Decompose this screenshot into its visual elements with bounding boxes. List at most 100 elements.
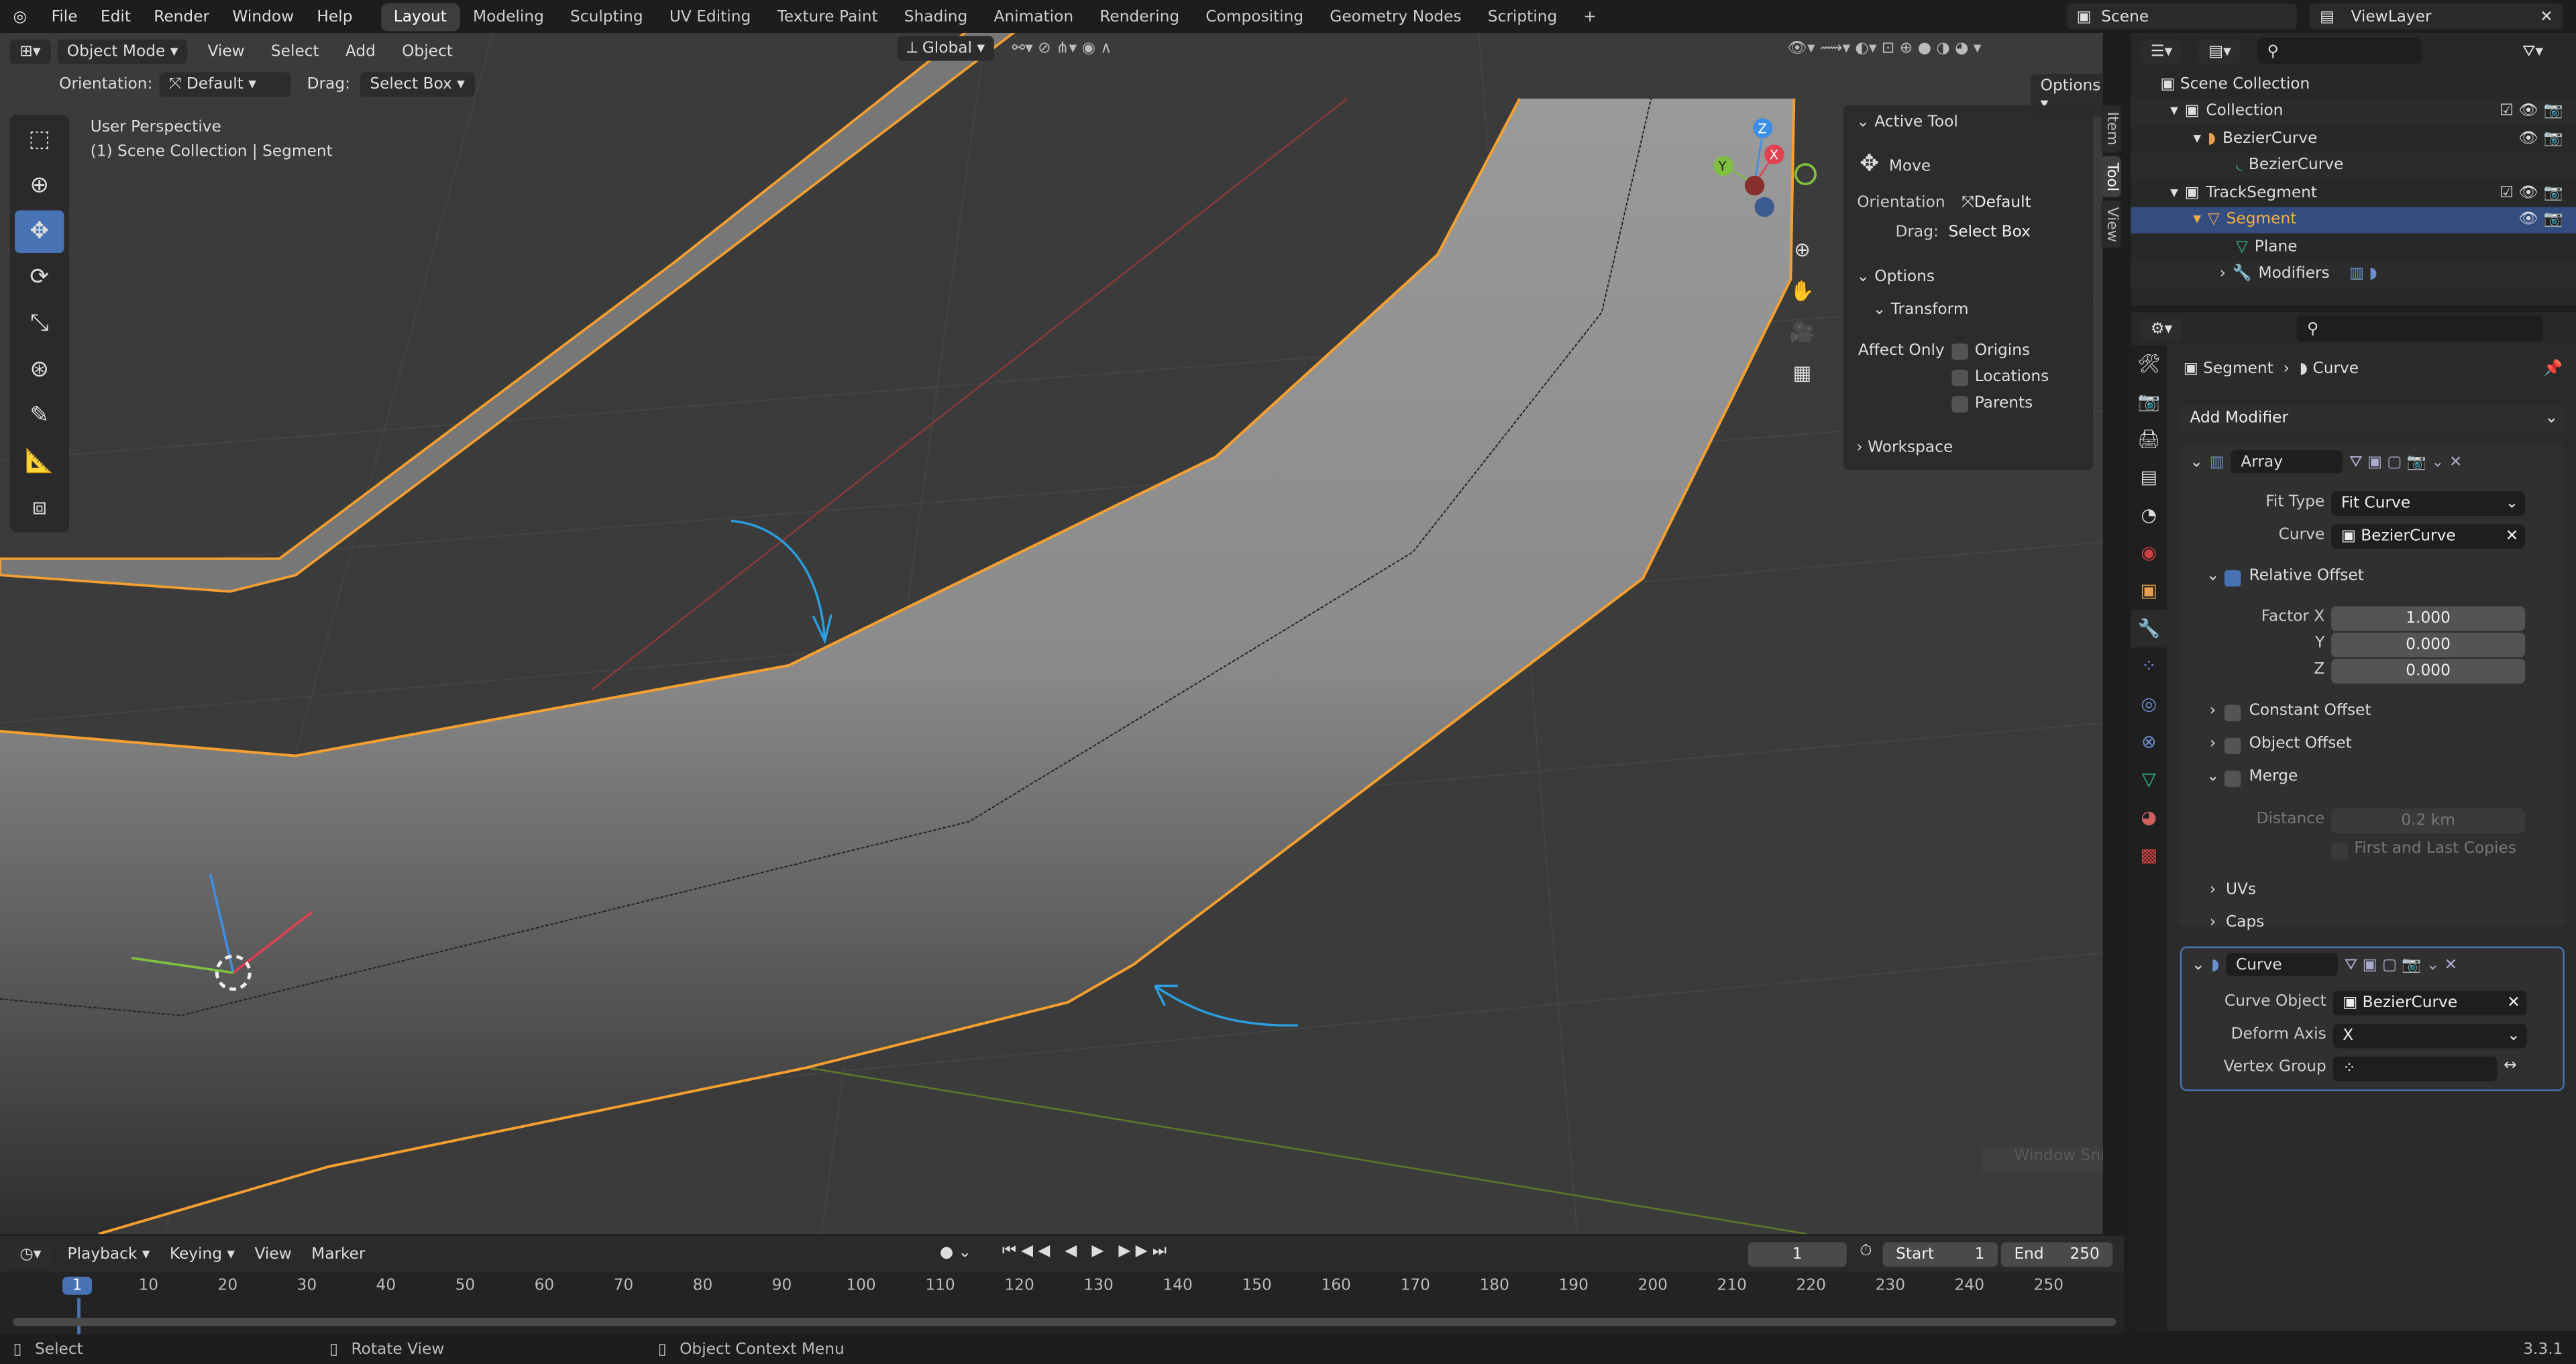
outliner-search-input[interactable]: ⚲ xyxy=(2257,38,2422,64)
grid-icon[interactable]: ▦ xyxy=(1788,354,1817,395)
tab-uv-editing[interactable]: UV Editing xyxy=(656,3,764,31)
modifier-name-input[interactable]: Curve xyxy=(2226,953,2338,976)
timeline-track[interactable]: 1 10 20 30 40 50 60 70 80 90 100 110 120 130 140 150 160… xyxy=(0,1271,2125,1334)
transform-tool-icon[interactable]: ⊛ xyxy=(15,348,64,391)
overlay-shading-icons[interactable]: 👁▾ ⟿▾ ◐▾ ⊡ ⊕ ● ◑ ◕ ▾ xyxy=(1788,40,1982,58)
workspace-header[interactable]: › Workspace xyxy=(1856,439,1953,457)
filter-icon[interactable]: ⛛▾ xyxy=(2522,42,2543,60)
view-layer-tab-icon[interactable]: ▤ xyxy=(2131,458,2167,496)
transform-header[interactable]: ⌄ Transform xyxy=(1873,301,1969,319)
locations-checkbox[interactable] xyxy=(1951,370,1968,386)
move-tool-icon[interactable]: ✥ xyxy=(15,210,64,254)
display-mode-icon[interactable]: ☰▾ xyxy=(2141,38,2182,64)
menu-render[interactable]: Render xyxy=(142,7,221,25)
merge-checkbox[interactable] xyxy=(2224,770,2241,788)
close-icon[interactable]: ✕ xyxy=(2540,7,2553,25)
fit-type-dropdown[interactable]: Fit Curve ⌄ xyxy=(2331,491,2526,516)
outliner-item-beziercurve-object[interactable]: ▾ ◗ BezierCurve 👁 📷 xyxy=(2131,125,2576,152)
properties-search-input[interactable]: ⚲ xyxy=(2297,315,2544,342)
collapse-icon[interactable]: ⌄ xyxy=(2192,955,2205,974)
collapse-icon[interactable]: ⌄ xyxy=(2190,453,2204,471)
texture-tab-icon[interactable]: ▩ xyxy=(2131,837,2167,874)
outliner-item-modifiers[interactable]: › 🔧 Modifiers ▥ ◗ xyxy=(2131,260,2576,288)
modifier-name-input[interactable]: Array xyxy=(2231,450,2343,474)
caps-subpanel[interactable]: › Caps xyxy=(2210,914,2265,932)
editor-type-icon[interactable]: ⚙▾ xyxy=(2141,316,2182,342)
stopwatch-icon[interactable]: ⏱ xyxy=(1860,1242,1872,1260)
editor-type-icon[interactable]: ⊞▾ xyxy=(9,38,51,64)
tab-modeling[interactable]: Modeling xyxy=(460,3,557,31)
tab-texture-paint[interactable]: Texture Paint xyxy=(764,3,891,31)
parents-checkbox[interactable] xyxy=(1951,396,1968,413)
modifier-visibility-icons[interactable]: ⛛ ▣ ▢ 📷 ⌄ ✕ xyxy=(2349,453,2462,471)
blender-logo-icon[interactable]: ◎ xyxy=(13,7,27,25)
scale-tool-icon[interactable]: ⤡ xyxy=(15,303,64,346)
output-tab-icon[interactable]: 🖨 xyxy=(2131,421,2167,458)
expand-icon[interactable]: › xyxy=(2210,735,2216,753)
tab-geometry-nodes[interactable]: Geometry Nodes xyxy=(1317,3,1474,31)
record-icon[interactable]: ● ⌄ xyxy=(940,1244,971,1262)
menu-playback[interactable]: Playback ▾ xyxy=(58,1245,160,1263)
gizmo-y-label[interactable]: Y xyxy=(1719,160,1727,174)
camera-icon[interactable]: 🎥 xyxy=(1788,312,1817,353)
outliner-item-tracksegment[interactable]: ▾ ▣ TrackSegment ☑ 👁 📷 xyxy=(2131,179,2576,206)
tab-view[interactable]: View xyxy=(2101,200,2121,249)
tab-scripting[interactable]: Scripting xyxy=(1474,3,1570,31)
options-header[interactable]: ⌄ Options xyxy=(1856,268,1935,286)
hand-pan-icon[interactable]: ✋ xyxy=(1788,271,1817,312)
current-frame-input[interactable]: 1 xyxy=(1748,1242,1847,1267)
orientation-dropdown[interactable]: ⤧ Default xyxy=(1951,191,2080,215)
vertex-group-field[interactable]: ⁘ xyxy=(2332,1056,2498,1082)
menu-help[interactable]: Help xyxy=(305,7,364,25)
expand-icon[interactable]: › xyxy=(2210,702,2216,720)
scene-selector[interactable]: ▣ Scene xyxy=(2066,3,2297,30)
add-cube-tool-icon[interactable]: ⧈ xyxy=(15,486,64,529)
pin-icon[interactable]: 📌 xyxy=(2543,360,2563,378)
tab-compositing[interactable]: Compositing xyxy=(1193,3,1317,31)
material-tab-icon[interactable]: ◕ xyxy=(2131,798,2167,836)
physics-tab-icon[interactable]: ◎ xyxy=(2131,685,2167,723)
mode-dropdown[interactable]: Object Mode ▾ xyxy=(57,38,189,64)
tab-item[interactable]: Item xyxy=(2101,105,2121,152)
add-workspace-button[interactable]: + xyxy=(1570,3,1610,31)
measure-tool-icon[interactable]: 📐 xyxy=(15,440,64,483)
annotate-tool-icon[interactable]: ✎ xyxy=(15,395,64,437)
collapse-icon[interactable]: ⌄ xyxy=(2206,768,2220,786)
view-layer-icon[interactable]: ▤▾ xyxy=(2198,38,2241,64)
start-frame-input[interactable]: Start 1 xyxy=(1882,1242,1998,1267)
transform-orientation-dropdown[interactable]: ⟂ Global ▾ xyxy=(897,36,995,61)
outliner-item-segment[interactable]: ▾ ▽ Segment 👁 📷 xyxy=(2131,206,2576,233)
origins-checkbox[interactable] xyxy=(1951,343,1968,360)
gizmo-z-label[interactable]: Z xyxy=(1758,121,1766,136)
first-last-copies-checkbox[interactable] xyxy=(2331,843,2348,859)
view-layer-selector[interactable]: ▤ ViewLayer ✕ xyxy=(2310,3,2563,30)
object-offset-checkbox[interactable] xyxy=(2224,737,2241,755)
particles-tab-icon[interactable]: ⁘ xyxy=(2131,647,2167,685)
render-tab-icon[interactable]: 📷 xyxy=(2131,383,2167,421)
orientation-dropdown[interactable]: ⤧ Default ▾ xyxy=(159,72,291,97)
constraints-tab-icon[interactable]: ⊗ xyxy=(2131,723,2167,761)
gizmo-x-label[interactable]: X xyxy=(1770,148,1778,162)
tab-sculpting[interactable]: Sculpting xyxy=(557,3,656,31)
menu-view[interactable]: View xyxy=(195,42,258,60)
menu-marker[interactable]: Marker xyxy=(301,1245,375,1263)
outliner-item-scene-collection[interactable]: ▣ Scene Collection xyxy=(2131,70,2576,97)
menu-edit[interactable]: Edit xyxy=(89,7,142,25)
deform-axis-dropdown[interactable]: X ⌄ xyxy=(2332,1023,2527,1049)
zoom-icon[interactable]: ⊕ xyxy=(1788,230,1817,271)
tool-tab-icon[interactable]: 🛠 xyxy=(2131,345,2167,382)
outliner-item-collection[interactable]: ▾ ▣ Collection ☑ 👁 📷 xyxy=(2131,97,2576,125)
scene-tab-icon[interactable]: ◔ xyxy=(2131,496,2167,534)
tab-rendering[interactable]: Rendering xyxy=(1087,3,1193,31)
data-tab-icon[interactable]: ▽ xyxy=(2131,761,2167,798)
add-modifier-dropdown[interactable]: Add Modifier ⌄ xyxy=(2180,405,2565,431)
playback-controls[interactable]: ⏮◀◀ ◀ ▶ ▶▶⏭ xyxy=(1002,1242,1171,1260)
end-frame-input[interactable]: End 250 xyxy=(2000,1242,2113,1267)
drag-dropdown[interactable]: Select Box ▾ xyxy=(360,72,475,97)
modifier-tab-icon[interactable]: 🔧 xyxy=(2131,609,2167,647)
outliner-item-plane[interactable]: ▽ Plane xyxy=(2131,233,2576,260)
factor-y-input[interactable]: 0.000 xyxy=(2331,632,2526,658)
cursor-tool-icon[interactable]: ⊕ xyxy=(15,164,64,207)
relative-offset-checkbox[interactable] xyxy=(2224,570,2241,587)
factor-x-input[interactable]: 1.000 xyxy=(2331,606,2526,631)
